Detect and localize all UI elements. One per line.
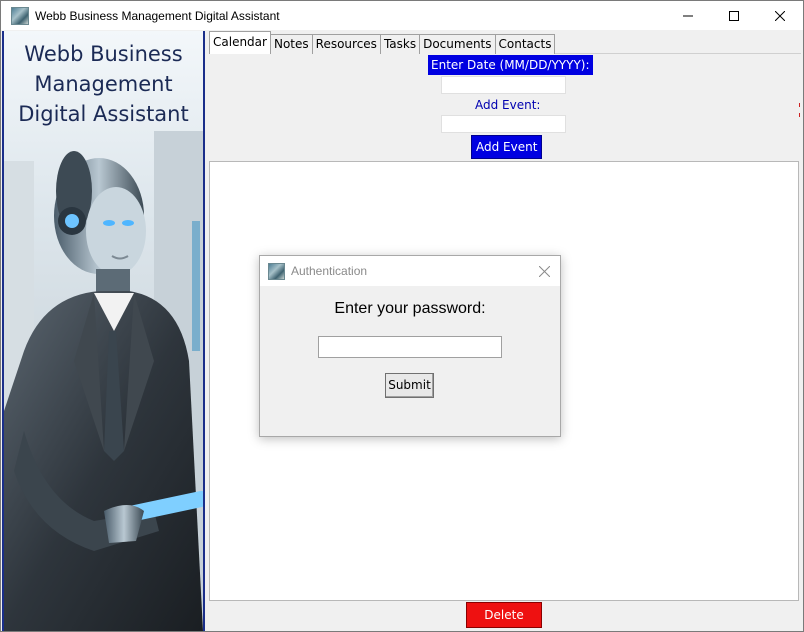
password-prompt: Enter your password: [334,300,486,317]
tab-calendar[interactable]: Calendar [209,31,271,54]
event-input[interactable] [441,115,566,133]
date-label: Enter Date (MM/DD/YYYY): [428,55,593,75]
dialog-title-bar[interactable]: Authentication [260,256,560,286]
tab-documents[interactable]: Documents [419,34,496,54]
close-window-button[interactable] [757,1,803,30]
maximize-button[interactable] [711,1,757,30]
tab-resources[interactable]: Resources [311,34,381,54]
tab-notes[interactable]: Notes [269,34,313,54]
password-input[interactable] [318,336,502,358]
sidebar-title-line: Management [34,72,173,96]
tab-tasks[interactable]: Tasks [379,34,421,54]
event-label: Add Event: [475,98,541,112]
submit-button[interactable]: Submit [385,373,434,398]
close-icon [775,10,785,21]
dialog-title: Authentication [291,264,368,278]
window-controls [665,1,803,30]
sidebar-panel: Webb Business Management Digital Assista… [2,31,205,631]
delete-event-button[interactable]: Delete Event [466,602,542,628]
window-title: Webb Business Management Digital Assista… [35,8,280,23]
app-photo-icon [268,262,285,280]
tab-contacts[interactable]: Contacts [494,34,556,54]
minimize-button[interactable] [665,1,711,30]
dialog-close-button[interactable] [534,261,554,281]
date-input[interactable] [441,76,566,94]
authentication-dialog: Authentication Enter your password: Subm… [259,255,561,437]
window-edge-marks [799,103,800,117]
sidebar-title-line: Digital Assistant [18,102,189,126]
app-photo-icon [11,6,29,25]
minimize-icon [683,15,693,16]
sidebar-title-line: Webb Business [24,42,183,66]
sidebar-title: Webb Business Management Digital Assista… [4,39,203,129]
maximize-icon [729,10,739,21]
notebook-tabs: Calendar Notes Resources Tasks Documents… [209,31,556,54]
title-bar[interactable]: Webb Business Management Digital Assista… [1,1,803,30]
close-icon [538,265,550,277]
add-event-button[interactable]: Add Event [471,135,543,159]
